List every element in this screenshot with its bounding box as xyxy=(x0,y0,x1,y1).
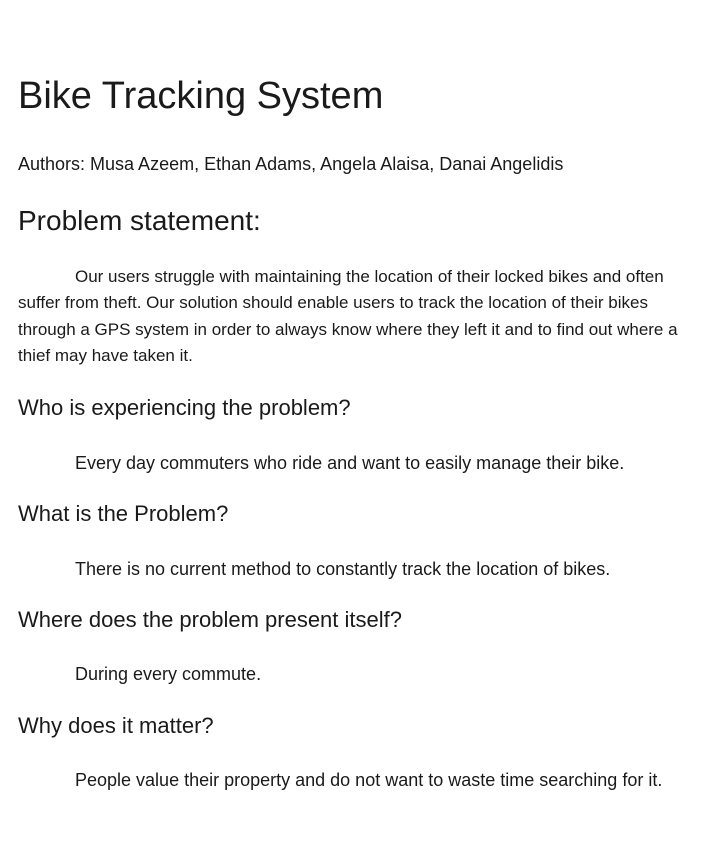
section-heading-where: Where does the problem present itself? xyxy=(18,607,402,632)
section-heading-what: What is the Problem? xyxy=(18,501,229,526)
authors-line: Authors: Musa Azeem, Ethan Adams, Angela… xyxy=(18,154,564,174)
section-heading-who: Who is experiencing the problem? xyxy=(18,395,351,420)
problem-statement-heading: Problem statement: xyxy=(18,205,261,236)
section-answer-where: During every commute. xyxy=(75,664,262,684)
document-title: Bike Tracking System xyxy=(18,75,384,117)
section-answer-why: People value their property and do not w… xyxy=(75,770,663,790)
problem-statement-body: Our users struggle with maintaining the … xyxy=(18,267,678,365)
section-answer-what: There is no current method to constantly… xyxy=(75,559,611,579)
section-heading-why: Why does it matter? xyxy=(18,713,214,738)
section-answer-who: Every day commuters who ride and want to… xyxy=(75,453,625,473)
